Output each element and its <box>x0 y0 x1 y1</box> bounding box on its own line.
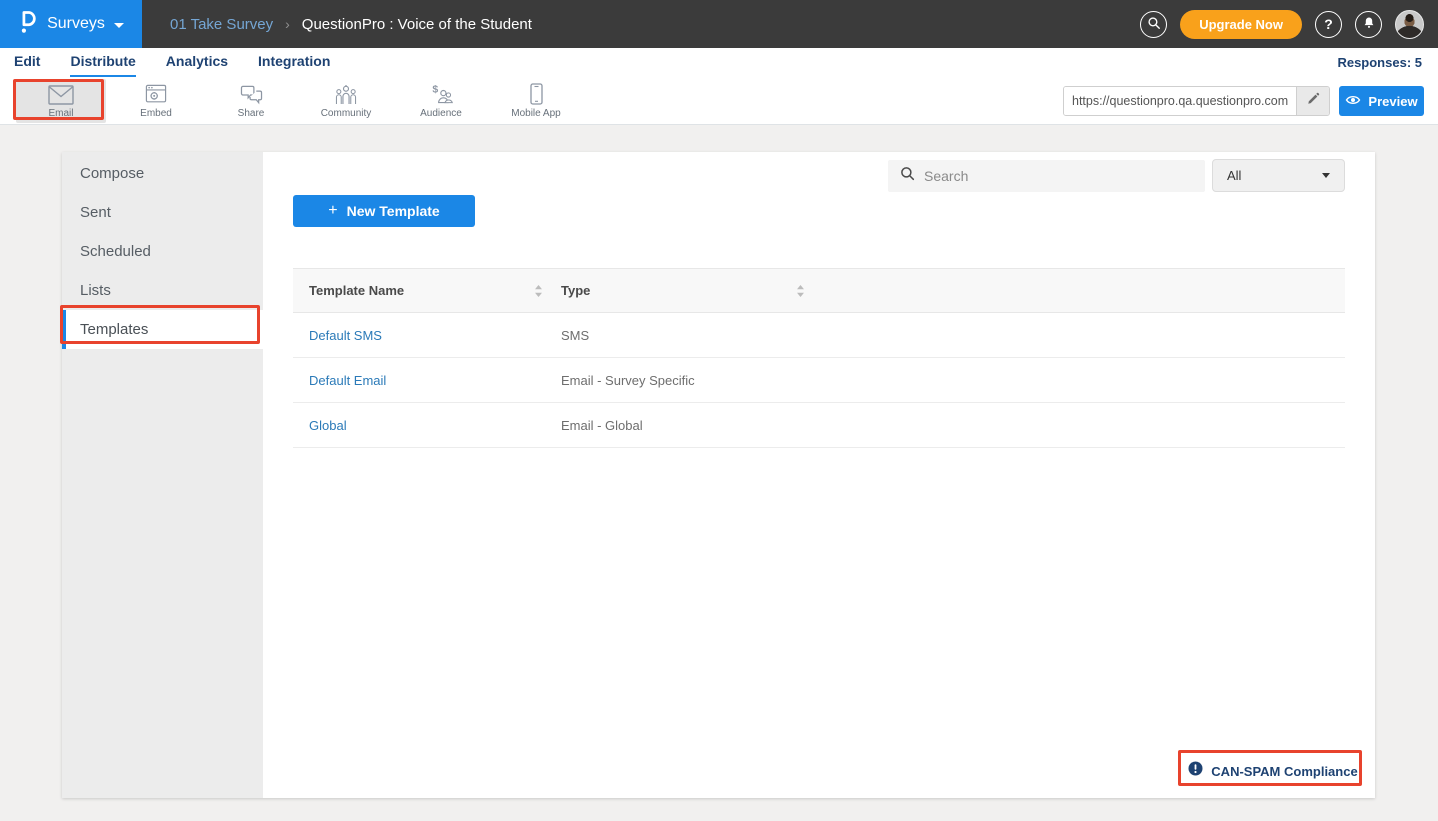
eye-icon <box>1345 94 1361 109</box>
pencil-icon <box>1306 92 1320 111</box>
upgrade-now-button[interactable]: Upgrade Now <box>1180 10 1302 39</box>
notifications-button[interactable] <box>1355 11 1382 38</box>
sidebar-item-scheduled[interactable]: Scheduled <box>62 232 263 271</box>
template-search-box <box>888 160 1205 192</box>
page-background: Compose Sent Scheduled Lists Templates A… <box>0 125 1438 821</box>
audience-icon: $ <box>429 83 453 105</box>
community-icon <box>334 83 358 105</box>
can-spam-compliance-link[interactable]: CAN-SPAM Compliance <box>1181 753 1365 789</box>
search-button[interactable] <box>1140 11 1167 38</box>
can-spam-label: CAN-SPAM Compliance <box>1211 764 1357 779</box>
preview-label: Preview <box>1368 94 1417 109</box>
questionpro-logo-icon <box>18 10 38 39</box>
channel-label: Email <box>48 108 73 119</box>
channel-label: Share <box>238 108 265 119</box>
channel-label: Embed <box>140 108 172 119</box>
table-row: Default Email Email - Survey Specific <box>293 358 1345 403</box>
distribute-toolbar: Email Embed <box>0 77 1438 125</box>
search-icon <box>900 166 915 186</box>
new-template-label: New Template <box>347 203 440 219</box>
channel-share[interactable]: Share <box>206 79 296 123</box>
column-header-template-name[interactable]: Template Name <box>293 283 545 298</box>
edit-url-button[interactable] <box>1296 87 1329 115</box>
channel-label: Audience <box>420 108 462 119</box>
channel-email[interactable]: Email <box>16 79 106 123</box>
table-row: Default SMS SMS <box>293 313 1345 358</box>
tab-integration[interactable]: Integration <box>258 48 330 77</box>
share-icon <box>240 83 263 105</box>
template-type: Email - Survey Specific <box>545 373 695 388</box>
channel-embed[interactable]: Embed <box>111 79 201 123</box>
breadcrumb-survey-link[interactable]: 01 Take Survey <box>170 16 273 33</box>
tab-analytics[interactable]: Analytics <box>166 48 228 77</box>
template-search-input[interactable] <box>924 168 1193 184</box>
filter-selected-value: All <box>1227 168 1241 183</box>
help-button[interactable]: ? <box>1315 11 1342 38</box>
search-icon <box>1147 16 1161 33</box>
new-template-button[interactable]: + New Template <box>293 195 475 227</box>
breadcrumb-separator: › <box>285 16 290 32</box>
sidebar-item-compose[interactable]: Compose <box>62 154 263 193</box>
header-actions: Upgrade Now ? <box>1140 10 1438 39</box>
sort-icon[interactable] <box>534 284 543 298</box>
mobile-app-icon <box>530 83 543 105</box>
template-type: SMS <box>545 328 589 343</box>
product-switcher[interactable]: Surveys <box>0 0 142 48</box>
top-header: Surveys 01 Take Survey › QuestionPro : V… <box>0 0 1438 48</box>
sidebar-item-sent[interactable]: Sent <box>62 193 263 232</box>
svg-text:$: $ <box>432 84 438 96</box>
survey-url-input[interactable] <box>1064 87 1296 115</box>
email-icon <box>48 83 74 105</box>
info-icon <box>1188 761 1203 781</box>
table-header-row: Template Name Type <box>293 268 1345 313</box>
channel-mobile-app[interactable]: Mobile App <box>491 79 581 123</box>
question-mark-icon: ? <box>1324 16 1333 32</box>
channel-label: Mobile App <box>511 108 560 119</box>
template-name-link[interactable]: Default SMS <box>293 328 545 343</box>
user-avatar[interactable] <box>1395 10 1424 39</box>
column-header-type[interactable]: Type <box>545 283 807 298</box>
embed-icon <box>145 83 167 105</box>
tab-distribute[interactable]: Distribute <box>70 48 135 77</box>
templates-table: Template Name Type <box>293 268 1345 448</box>
template-name-link[interactable]: Default Email <box>293 373 545 388</box>
responses-count[interactable]: Responses: 5 <box>1337 48 1422 77</box>
bell-icon <box>1362 15 1376 33</box>
template-name-link[interactable]: Global <box>293 418 545 433</box>
table-row: Global Email - Global <box>293 403 1345 448</box>
templates-content: All + New Template Template Name <box>263 152 1375 798</box>
breadcrumb-survey-title: QuestionPro : Voice of the Student <box>302 16 532 33</box>
template-type-filter[interactable]: All <box>1212 159 1345 192</box>
plus-icon: + <box>328 202 337 220</box>
section-nav: Edit Distribute Analytics Integration Re… <box>0 48 1438 77</box>
channel-audience[interactable]: $ Audience <box>396 79 486 123</box>
nav-tabs: Edit Distribute Analytics Integration <box>0 48 1438 77</box>
survey-url-group <box>1063 86 1330 116</box>
sidebar-item-templates[interactable]: Templates <box>62 310 263 349</box>
breadcrumb: 01 Take Survey › QuestionPro : Voice of … <box>170 16 532 33</box>
email-panel: Compose Sent Scheduled Lists Templates A… <box>62 152 1375 798</box>
channel-label: Community <box>321 108 372 119</box>
sort-icon[interactable] <box>796 284 805 298</box>
template-type: Email - Global <box>545 418 643 433</box>
email-sidebar: Compose Sent Scheduled Lists Templates <box>62 152 263 798</box>
tab-edit[interactable]: Edit <box>14 48 40 77</box>
channel-community[interactable]: Community <box>301 79 391 123</box>
chevron-down-icon <box>1322 173 1330 178</box>
preview-button[interactable]: Preview <box>1339 86 1424 116</box>
sidebar-item-lists[interactable]: Lists <box>62 271 263 310</box>
chevron-down-icon <box>114 23 124 28</box>
product-name: Surveys <box>47 15 105 33</box>
